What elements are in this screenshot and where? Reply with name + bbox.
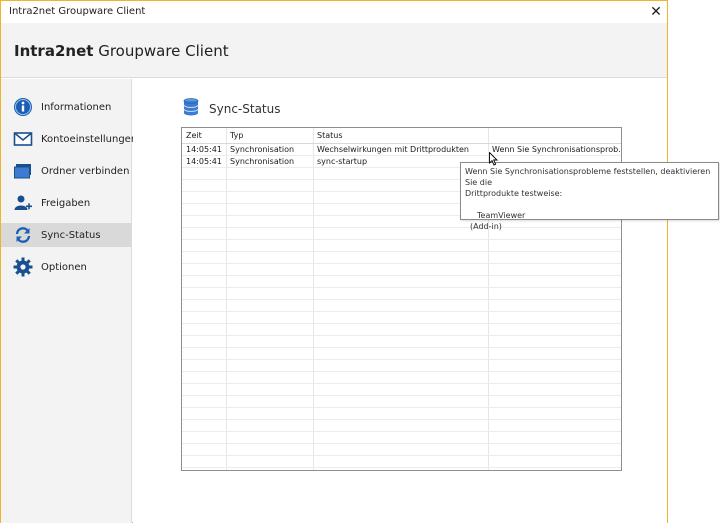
column-header-typ[interactable]: Typ [226,128,313,143]
cell-status: Wechselwirkungen mit Drittprodukten [317,145,469,154]
sidebar: Informationen Kontoeinstellungen Ordner … [1,79,137,523]
close-icon[interactable]: ✕ [645,1,667,23]
app-header: Intra2net Groupware Client [1,23,667,78]
sidebar-item-label: Freigaben [41,197,91,209]
sidebar-item-label: Informationen [41,101,112,113]
empty-table-row [182,444,621,456]
empty-table-row [182,288,621,300]
cell-typ: Synchronisation [230,157,295,166]
page-heading: Sync-Status [183,98,281,120]
gear-icon [13,257,33,277]
sidebar-item-kontoeinstellungen[interactable]: Kontoeinstellungen [1,127,137,151]
sidebar-item-label: Sync-Status [41,229,101,241]
sidebar-item-label: Ordner verbinden [41,165,130,177]
empty-table-row [182,264,621,276]
empty-table-row [182,384,621,396]
brand-rest: Groupware Client [93,42,229,60]
tooltip-line: Wenn Sie Synchronisationsprobleme festst… [465,167,711,187]
empty-table-row [182,336,621,348]
cell-details: Wenn Sie Synchronisationsprob... [492,145,621,154]
sidebar-item-optionen[interactable]: Optionen [1,255,131,279]
tooltip-item: TeamViewer [477,211,526,220]
brand-bold: Intra2net [14,42,94,60]
cell-typ: Synchronisation [230,145,295,154]
title-bar: Intra2net Groupware Client ✕ [1,1,667,23]
empty-table-row [182,324,621,336]
sidebar-item-sync-status[interactable]: Sync-Status [1,223,131,247]
empty-table-row [182,312,621,324]
tooltip-line: Drittprodukte testweise: [465,189,563,198]
empty-table-row [182,372,621,384]
table-header-row: Zeit Typ Status [182,128,621,144]
sidebar-item-label: Kontoeinstellungen [41,133,138,145]
sidebar-item-freigaben[interactable]: Freigaben [1,191,131,215]
info-icon [13,97,33,117]
empty-table-row [182,456,621,468]
empty-table-row [182,432,621,444]
sidebar-item-informationen[interactable]: Informationen [1,95,131,119]
main-content: Sync-Status Zeit Typ Status 14:05:41 Syn… [133,79,667,523]
empty-table-row [182,300,621,312]
sync-icon [13,225,33,245]
column-header-details[interactable] [488,128,621,143]
app-window: Intra2net Groupware Client ✕ Intra2net G… [0,0,668,523]
cell-zeit: 14:05:41 [186,157,222,166]
empty-table-row [182,276,621,288]
sidebar-item-ordner-verbinden[interactable]: Ordner verbinden [1,159,131,183]
mail-icon [13,129,33,149]
tooltip-item-sub: (Add-in) [470,222,502,231]
empty-table-row [182,240,621,252]
database-icon [183,98,199,120]
window-title: Intra2net Groupware Client [9,6,146,17]
page-title: Sync-Status [209,102,281,116]
empty-table-row [182,408,621,420]
details-tooltip: Wenn Sie Synchronisationsprobleme festst… [460,162,719,231]
table-row[interactable]: 14:05:41 Synchronisation Wechselwirkunge… [182,144,621,156]
cell-zeit: 14:05:41 [186,145,222,154]
folder-icon [13,161,33,181]
brand-logo-text: Intra2net Groupware Client [14,42,229,60]
mouse-cursor-icon [489,151,499,166]
empty-table-row [182,252,621,264]
sidebar-item-label: Optionen [41,261,87,273]
column-header-status[interactable]: Status [313,128,488,143]
empty-table-row [182,360,621,372]
column-header-zeit[interactable]: Zeit [182,128,226,143]
empty-table-row [182,396,621,408]
empty-table-row [182,420,621,432]
empty-table-row [182,348,621,360]
share-user-icon [13,193,33,213]
